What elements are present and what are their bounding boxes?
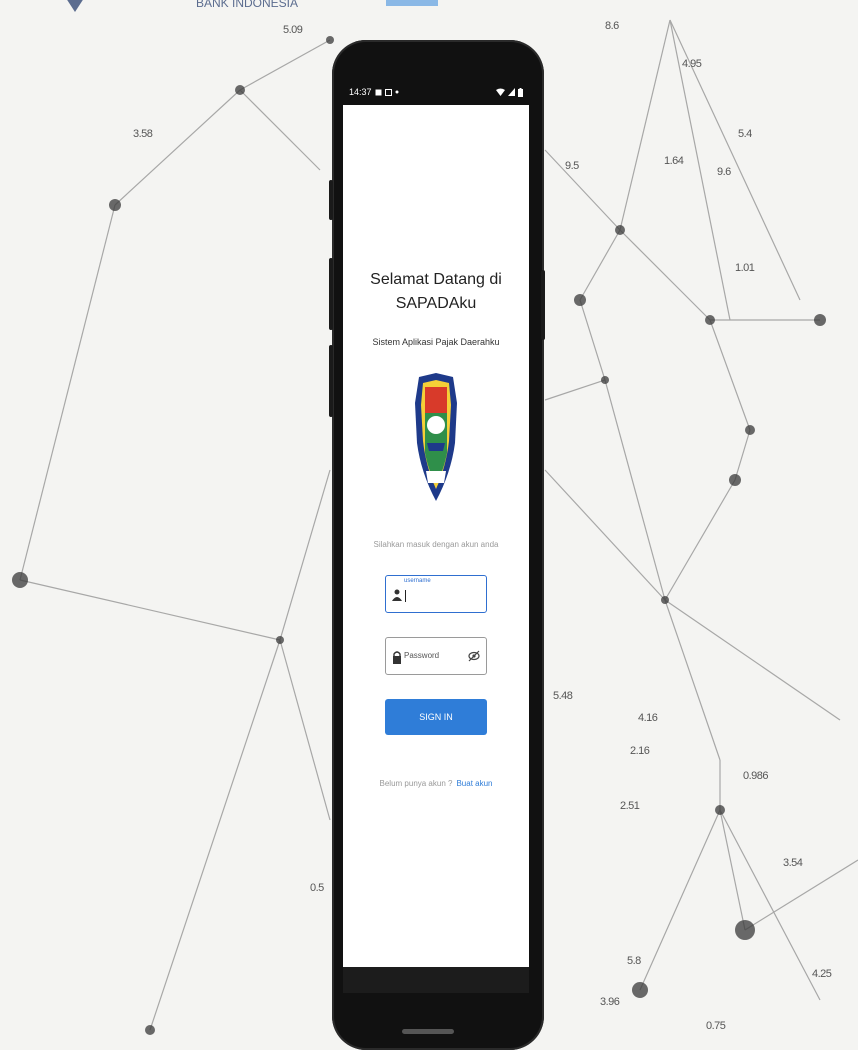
welcome-line: Selamat Datang di — [370, 271, 502, 288]
sign-in-button[interactable]: SIGN IN — [385, 699, 487, 735]
regional-emblem-logo — [415, 373, 457, 501]
dot-icon — [395, 90, 399, 94]
phone-side-button — [329, 258, 333, 330]
bg-label: 2.16 — [630, 745, 650, 757]
bank-name-text: BANK INDONESIA — [196, 0, 299, 10]
password-placeholder: Password — [404, 651, 440, 660]
register-text: Belum punya akun ? — [379, 779, 453, 788]
bg-label: 4.95 — [682, 58, 702, 70]
notification-icon — [375, 89, 382, 95]
status-bar: 14:37 — [343, 79, 529, 105]
battery-icon — [518, 87, 523, 97]
bg-label: 5.8 — [627, 955, 641, 967]
lock-icon — [393, 651, 401, 664]
login-prompt: Silahkan masuk dengan akun anda — [373, 540, 499, 549]
welcome-title: Selamat Datang di SAPADAku — [343, 268, 529, 316]
signal-icon — [508, 88, 515, 96]
phone-side-button — [329, 345, 333, 417]
bg-label: 4.25 — [812, 968, 832, 980]
bg-label: 5.48 — [553, 690, 573, 702]
bg-label: 2.51 — [620, 800, 640, 812]
phone-side-button — [329, 180, 333, 220]
bg-label: 1.01 — [735, 262, 755, 274]
bg-label: 5.4 — [738, 128, 752, 140]
bg-label: 3.54 — [783, 857, 803, 869]
create-account-link[interactable]: Buat akun — [456, 779, 492, 788]
home-gesture-bar[interactable] — [402, 1029, 454, 1034]
bank-logo-icon — [67, 0, 83, 12]
bg-label: 3.58 — [133, 128, 153, 140]
notification-icon — [384, 88, 392, 96]
navigation-bar — [343, 967, 529, 993]
bg-label: 4.16 — [638, 712, 658, 724]
bg-label: 5.09 — [283, 24, 303, 36]
bg-label: 9.6 — [717, 166, 731, 178]
username-field[interactable]: username — [385, 575, 487, 613]
register-prompt: Belum punya akun ? Buat akun — [343, 779, 529, 788]
status-time: 14:37 — [349, 87, 372, 97]
bg-label: 0.5 — [310, 882, 324, 894]
password-field[interactable]: Password — [385, 637, 487, 675]
bg-label: 0.986 — [743, 770, 769, 782]
app-subtitle: Sistem Aplikasi Pajak Daerahku — [372, 337, 500, 347]
username-label: username — [404, 578, 431, 584]
bg-label: 9.5 — [565, 160, 579, 172]
phone-side-button — [541, 270, 545, 340]
bg-label: 3.96 — [600, 996, 620, 1008]
user-icon — [392, 589, 402, 601]
bg-label: 8.6 — [605, 20, 619, 32]
wifi-icon — [496, 88, 505, 96]
app-name: SAPADAku — [395, 295, 477, 312]
bg-label: 1.64 — [664, 155, 684, 167]
bg-label: 0.75 — [706, 1020, 726, 1032]
visibility-off-icon[interactable] — [468, 650, 480, 662]
text-cursor — [405, 590, 406, 602]
phone-screen — [343, 79, 529, 967]
